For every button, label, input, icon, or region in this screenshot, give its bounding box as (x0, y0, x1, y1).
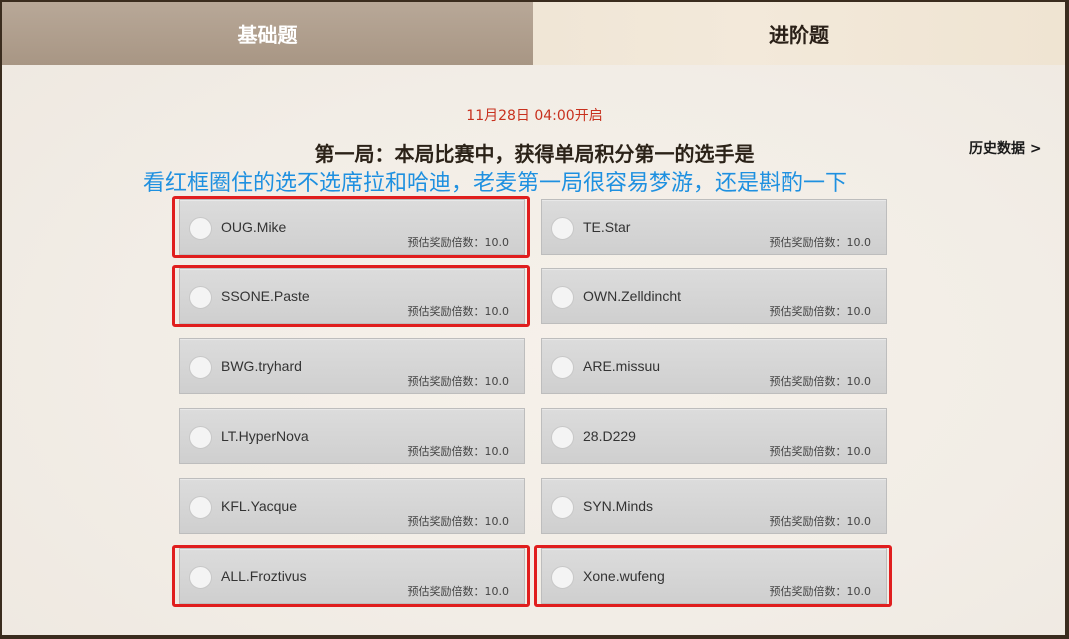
reward-multiplier: 预估奖励倍数：10.0 (769, 236, 872, 249)
option-card[interactable]: 28.D229 预估奖励倍数：10.0 (541, 408, 887, 464)
player-name: Xone.wufeng (583, 568, 665, 584)
tab-bar: 基础题 进阶题 (2, 2, 1065, 65)
player-name: ALL.Froztivus (221, 568, 307, 584)
tab-advanced[interactable]: 进阶题 (533, 2, 1065, 65)
player-name: TE.Star (583, 219, 631, 235)
option-card[interactable]: ARE.missuu 预估奖励倍数：10.0 (541, 338, 887, 394)
option-card[interactable]: BWG.tryhard 预估奖励倍数：10.0 (179, 338, 525, 394)
player-name: SYN.Minds (583, 498, 654, 514)
reward-multiplier: 预估奖励倍数：10.0 (407, 305, 510, 318)
radio-button[interactable] (189, 496, 212, 519)
radio-button[interactable] (551, 496, 574, 519)
reward-multiplier: 预估奖励倍数：10.0 (407, 445, 510, 458)
reward-multiplier: 预估奖励倍数：10.0 (769, 585, 872, 598)
player-name: OUG.Mike (221, 219, 287, 235)
option-card[interactable]: TE.Star 预估奖励倍数：10.0 (541, 199, 887, 255)
radio-button[interactable] (189, 426, 212, 449)
radio-button[interactable] (189, 566, 212, 589)
radio-button[interactable] (551, 356, 574, 379)
reward-multiplier: 预估奖励倍数：10.0 (769, 375, 872, 388)
reward-multiplier: 预估奖励倍数：10.0 (407, 585, 510, 598)
option-card[interactable]: Xone.wufeng 预估奖励倍数：10.0 (541, 548, 887, 604)
radio-button[interactable] (551, 286, 574, 309)
tab-basic[interactable]: 基础题 (2, 2, 533, 65)
player-name: OWN.Zelldincht (583, 288, 682, 304)
player-name: ARE.missuu (583, 358, 661, 374)
option-card[interactable]: SYN.Minds 预估奖励倍数：10.0 (541, 478, 887, 534)
player-name: 28.D229 (583, 428, 636, 444)
option-card[interactable]: OUG.Mike 预估奖励倍数：10.0 (179, 199, 525, 255)
radio-button[interactable] (189, 286, 212, 309)
quiz-panel: 基础题 进阶题 (2, 2, 1065, 635)
player-name: KFL.Yacque (221, 498, 298, 514)
player-name: SSONE.Paste (221, 288, 310, 304)
question-title: 第一局：本局比赛中，获得单局积分第一的选手是 (314, 142, 755, 166)
reward-multiplier: 预估奖励倍数：10.0 (407, 375, 510, 388)
player-name: BWG.tryhard (221, 358, 302, 374)
option-card[interactable]: OWN.Zelldincht 预估奖励倍数：10.0 (541, 268, 887, 324)
option-card[interactable]: SSONE.Paste 预估奖励倍数：10.0 (179, 268, 525, 324)
annotation-text: 看红框圈住的选不选席拉和哈迪，老麦第一局很容易梦游，还是斟酌一下 (142, 171, 847, 196)
history-data-link[interactable]: 历史数据 > (969, 138, 1042, 158)
option-card[interactable]: KFL.Yacque 预估奖励倍数：10.0 (179, 478, 525, 534)
reward-multiplier: 预估奖励倍数：10.0 (407, 236, 510, 249)
reward-multiplier: 预估奖励倍数：10.0 (769, 445, 872, 458)
radio-button[interactable] (551, 566, 574, 589)
radio-button[interactable] (189, 217, 212, 240)
player-name: LT.HyperNova (221, 428, 309, 444)
option-card[interactable]: ALL.Froztivus 预估奖励倍数：10.0 (179, 548, 525, 604)
reward-multiplier: 预估奖励倍数：10.0 (769, 305, 872, 318)
radio-button[interactable] (189, 356, 212, 379)
open-time: 11月28日 04:00开启 (466, 108, 603, 124)
reward-multiplier: 预估奖励倍数：10.0 (769, 515, 872, 528)
radio-button[interactable] (551, 217, 574, 240)
option-card[interactable]: LT.HyperNova 预估奖励倍数：10.0 (179, 408, 525, 464)
radio-button[interactable] (551, 426, 574, 449)
reward-multiplier: 预估奖励倍数：10.0 (407, 515, 510, 528)
